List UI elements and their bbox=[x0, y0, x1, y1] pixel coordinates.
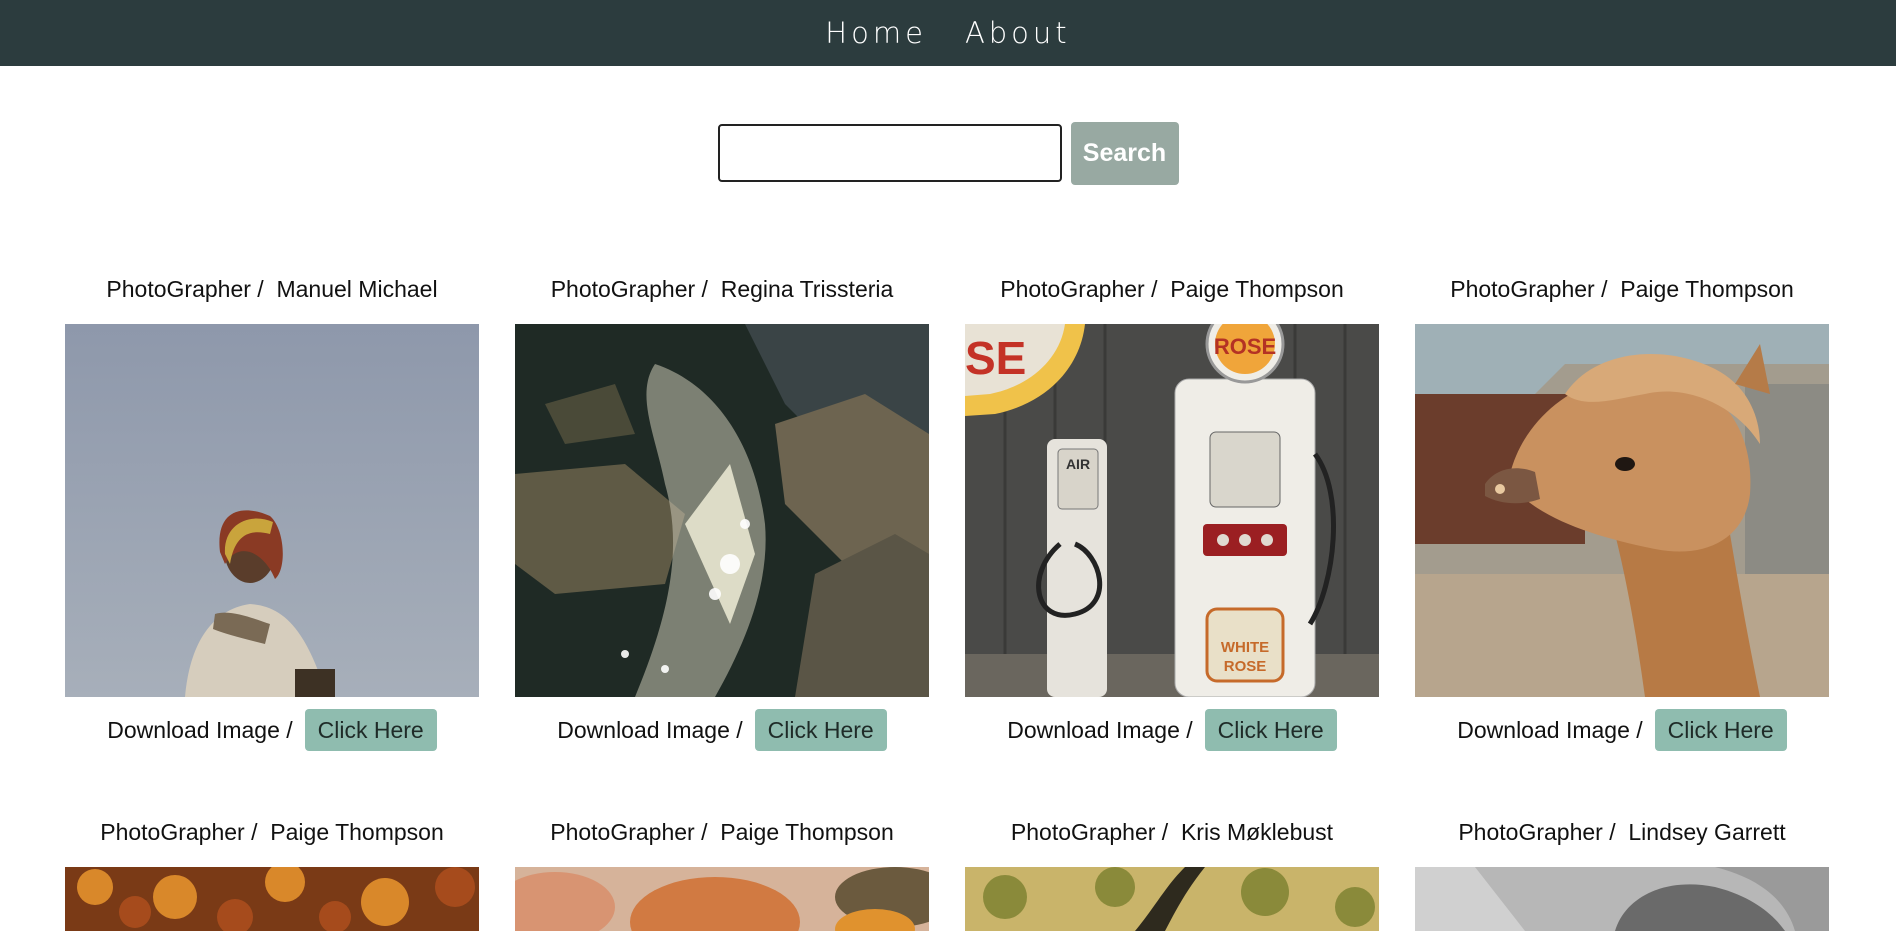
search-bar: Search bbox=[0, 121, 1896, 185]
alpaca-photo[interactable] bbox=[1415, 324, 1829, 697]
pump-rose-text: ROSE bbox=[1224, 658, 1267, 675]
download-label: Download Image / bbox=[1457, 716, 1643, 743]
download-label: Download Image / bbox=[557, 716, 743, 743]
click-here-button[interactable]: Click Here bbox=[754, 709, 887, 751]
stream-rocks-photo[interactable] bbox=[515, 324, 929, 697]
photographer-line: PhotoGrapher / Lindsey Garrett bbox=[1415, 819, 1829, 849]
photographer-line: PhotoGrapher / Paige Thompson bbox=[1415, 276, 1829, 306]
photographer-prefix: PhotoGrapher / bbox=[550, 276, 708, 302]
photo-card: PhotoGrapher / Lindsey Garrett bbox=[1415, 819, 1829, 931]
photographer-line: PhotoGrapher / Paige Thompson bbox=[965, 276, 1379, 306]
person-portrait-photo[interactable] bbox=[65, 324, 479, 697]
pump-sign-text: SE bbox=[965, 332, 1026, 384]
search-button[interactable]: Search bbox=[1070, 121, 1179, 185]
download-row: Download Image / Click Here bbox=[65, 709, 479, 751]
download-row: Download Image / Click Here bbox=[965, 709, 1379, 751]
pump-white-text: WHITE bbox=[1221, 639, 1269, 656]
photographer-prefix: PhotoGrapher / bbox=[106, 276, 264, 302]
click-here-button[interactable]: Click Here bbox=[304, 709, 437, 751]
search-input[interactable] bbox=[717, 124, 1062, 182]
download-label: Download Image / bbox=[1007, 716, 1193, 743]
photo-card: PhotoGrapher / Kris Møklebust bbox=[965, 819, 1379, 931]
nav-about-link[interactable]: About bbox=[965, 16, 1071, 50]
photographer-prefix: PhotoGrapher / bbox=[550, 819, 708, 845]
photographer-line: PhotoGrapher / Manuel Michael bbox=[65, 276, 479, 306]
pumpkins-photo[interactable] bbox=[515, 867, 929, 931]
photographer-name: Paige Thompson bbox=[1170, 276, 1344, 302]
black-white-photo[interactable] bbox=[1415, 867, 1829, 931]
photographer-line: PhotoGrapher / Regina Trissteria bbox=[515, 276, 929, 306]
photographer-name: Paige Thompson bbox=[1620, 276, 1794, 302]
photographer-prefix: PhotoGrapher / bbox=[1450, 276, 1608, 302]
photo-card: PhotoGrapher / Regina Trissteria Downloa… bbox=[515, 276, 929, 751]
tree-foliage-photo[interactable] bbox=[965, 867, 1379, 931]
photo-card: PhotoGrapher / Paige Thompson bbox=[515, 819, 929, 931]
photographer-line: PhotoGrapher / Paige Thompson bbox=[65, 819, 479, 849]
photographer-prefix: PhotoGrapher / bbox=[100, 819, 258, 845]
gas-pump-photo[interactable]: SE AIR ROSE WHITE ROSE bbox=[965, 324, 1379, 697]
download-label: Download Image / bbox=[107, 716, 293, 743]
click-here-button[interactable]: Click Here bbox=[1204, 709, 1337, 751]
pump-brand-text: ROSE bbox=[1214, 334, 1276, 359]
photographer-name: Paige Thompson bbox=[270, 819, 444, 845]
photographer-prefix: PhotoGrapher / bbox=[1010, 819, 1169, 845]
download-row: Download Image / Click Here bbox=[1415, 709, 1829, 751]
photographer-name: Lindsey Garrett bbox=[1628, 819, 1786, 845]
autumn-forest-photo[interactable] bbox=[65, 867, 479, 931]
photographer-name: Paige Thompson bbox=[720, 819, 894, 845]
download-row: Download Image / Click Here bbox=[515, 709, 929, 751]
photographer-prefix: PhotoGrapher / bbox=[1458, 819, 1616, 845]
photographer-line: PhotoGrapher / Paige Thompson bbox=[515, 819, 929, 849]
photographer-name: Kris Møklebust bbox=[1180, 819, 1334, 845]
nav-home-link[interactable]: Home bbox=[825, 16, 927, 50]
photo-card: PhotoGrapher / Paige Thompson SE AIR ROS… bbox=[965, 276, 1379, 751]
photo-card: PhotoGrapher / Paige Thompson Download I… bbox=[1415, 276, 1829, 751]
photo-card: PhotoGrapher / Manuel Michael Download I… bbox=[65, 276, 479, 751]
photographer-name: Manuel Michael bbox=[276, 276, 438, 302]
photographer-line: PhotoGrapher / Kris Møklebust bbox=[965, 819, 1379, 849]
photographer-prefix: PhotoGrapher / bbox=[1000, 276, 1158, 302]
photographer-name: Regina Trissteria bbox=[720, 276, 894, 302]
photo-card: PhotoGrapher / Paige Thompson bbox=[65, 819, 479, 931]
click-here-button[interactable]: Click Here bbox=[1654, 709, 1787, 751]
top-navbar: Home About bbox=[0, 0, 1896, 66]
pump-air-text: AIR bbox=[1066, 456, 1090, 472]
